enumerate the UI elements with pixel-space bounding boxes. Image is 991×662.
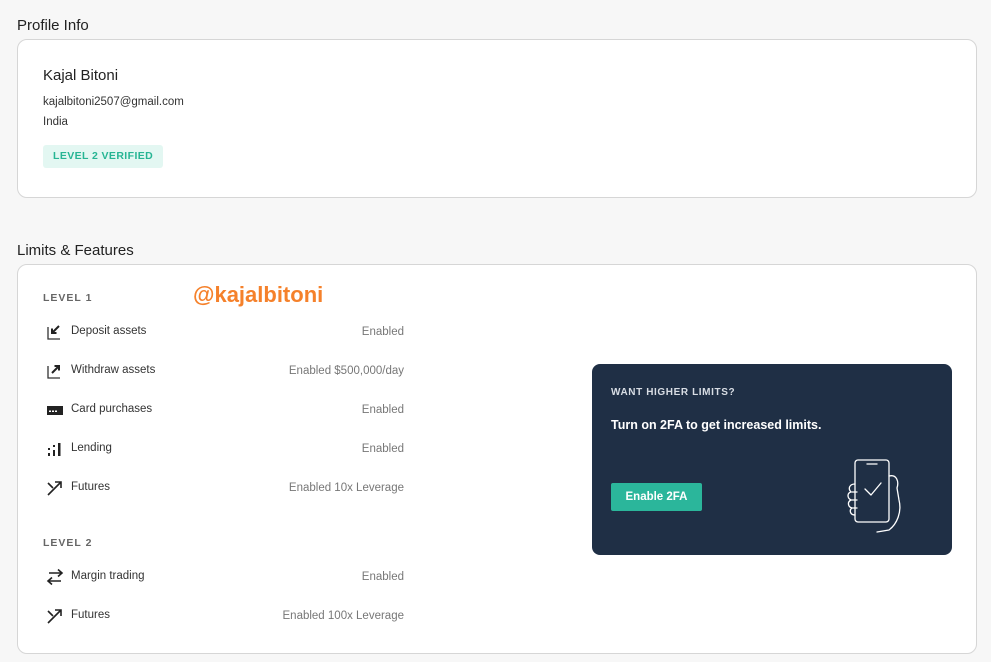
profile-country: India <box>43 116 68 128</box>
feature-row-deposit: Deposit assets Enabled <box>46 323 404 343</box>
withdraw-arrow-icon <box>46 362 64 380</box>
limits-card: @kajalbitoni LEVEL 1 Deposit assets Enab… <box>17 264 977 654</box>
verification-badge: LEVEL 2 VERIFIED <box>43 145 164 168</box>
feature-row-futures-l1: Futures Enabled 10x Leverage <box>46 479 404 499</box>
limits-section-title: Limits & Features <box>17 242 134 259</box>
profile-card: Kajal Bitoni kajalbitoni2507@gmail.com I… <box>17 39 977 198</box>
feature-status: Enabled <box>361 443 404 455</box>
lending-bars-icon <box>46 440 64 458</box>
promo-kicker: WANT HIGHER LIMITS? <box>611 387 736 398</box>
feature-status: Enabled <box>361 404 404 416</box>
futures-arrows-icon <box>46 607 64 625</box>
higher-limits-promo: WANT HIGHER LIMITS? Turn on 2FA to get i… <box>592 364 952 555</box>
level-1-label: LEVEL 1 <box>43 292 93 304</box>
phone-in-hand-check-icon <box>839 454 919 534</box>
feature-name: Deposit assets <box>71 325 147 337</box>
feature-status: Enabled <box>361 326 404 338</box>
card-icon <box>46 401 64 419</box>
swap-arrows-icon <box>46 568 64 586</box>
feature-name: Futures <box>71 481 110 493</box>
deposit-arrow-icon <box>46 323 64 341</box>
enable-2fa-button[interactable]: Enable 2FA <box>611 483 702 511</box>
feature-row-card-purchases: Card purchases Enabled <box>46 401 404 421</box>
profile-section-title: Profile Info <box>17 17 89 34</box>
feature-row-withdraw: Withdraw assets Enabled $500,000/day <box>46 362 404 382</box>
feature-name: Lending <box>71 442 112 454</box>
feature-name: Margin trading <box>71 570 145 582</box>
promo-title: Turn on 2FA to get increased limits. <box>611 418 822 432</box>
watermark-text: @kajalbitoni <box>193 282 324 307</box>
feature-status: Enabled $500,000/day <box>288 365 404 377</box>
feature-row-margin-trading: Margin trading Enabled <box>46 568 404 588</box>
feature-name: Withdraw assets <box>71 364 156 376</box>
feature-name: Card purchases <box>71 403 153 415</box>
futures-arrows-icon <box>46 479 64 497</box>
feature-row-lending: Lending Enabled <box>46 440 404 460</box>
feature-status: Enabled 100x Leverage <box>282 610 405 622</box>
feature-name: Futures <box>71 609 110 621</box>
feature-status: Enabled <box>361 571 404 583</box>
level-2-label: LEVEL 2 <box>43 537 93 549</box>
feature-status: Enabled 10x Leverage <box>288 482 404 494</box>
feature-row-futures-l2: Futures Enabled 100x Leverage <box>46 607 404 627</box>
profile-email: kajalbitoni2507@gmail.com <box>43 96 184 108</box>
profile-name: Kajal Bitoni <box>43 67 119 84</box>
